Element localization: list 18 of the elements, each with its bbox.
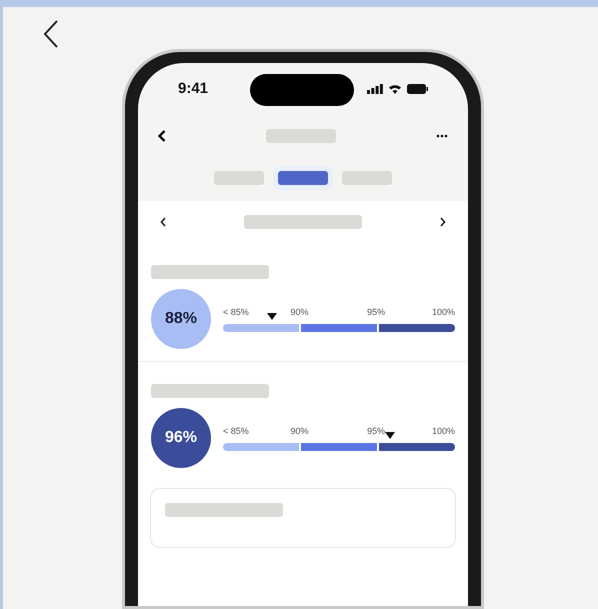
tick-label: 95% [367,425,386,438]
back-chevron-icon[interactable] [158,130,166,142]
tick-label: 95% [367,306,386,319]
title-skeleton [266,129,336,143]
next-chevron-icon[interactable] [440,217,446,227]
tick-label: 100% [432,425,455,438]
previous-chevron-icon[interactable] [160,217,166,227]
tick-label: < 85% [223,425,249,438]
tick-label: 90% [290,425,309,438]
battery-icon [407,84,428,94]
tick-label: < 85% [223,306,249,319]
back-chevron-icon[interactable] [43,20,59,48]
wifi-icon [388,84,402,94]
tick-label: 100% [432,306,455,319]
status-time: 9:41 [178,78,208,99]
tick-label: 90% [290,306,309,319]
signal-icon [367,84,383,94]
more-icon[interactable] [436,134,448,138]
